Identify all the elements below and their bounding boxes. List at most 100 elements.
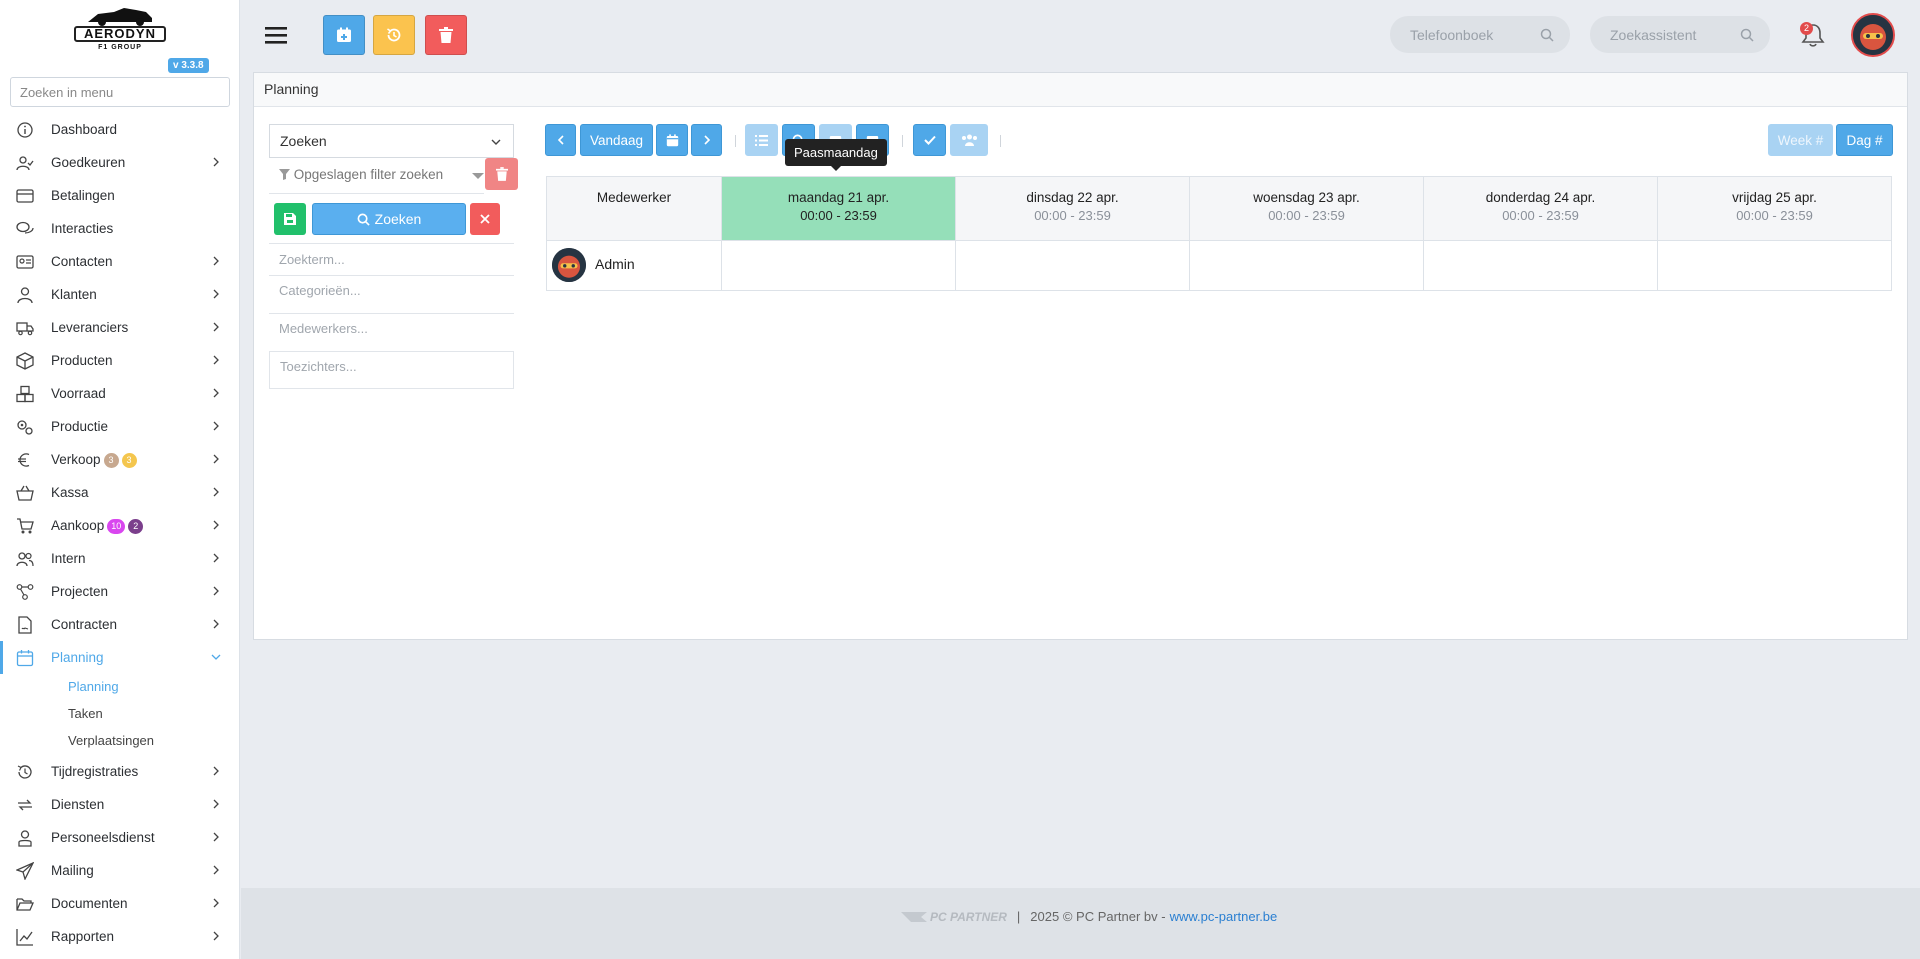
chevron-down-icon <box>491 139 501 145</box>
sidebar-subitem-planning[interactable]: Planning <box>0 674 239 701</box>
sidebar-item-aankoop[interactable]: Aankoop 10 2 <box>0 509 239 542</box>
search-mode-select[interactable]: Zoeken <box>269 124 514 158</box>
sidebar-item-verkoop[interactable]: Verkoop 3 3 <box>0 443 239 476</box>
search-button[interactable]: Zoeken <box>312 203 466 235</box>
sidebar-subitem-taken[interactable]: Taken <box>0 701 239 728</box>
sidebar-item-leveranciers[interactable]: Leveranciers <box>0 311 239 344</box>
group-button[interactable] <box>950 124 988 156</box>
chevron-right-icon <box>213 619 219 629</box>
aerodyn-logo[interactable]: AERODYN F1 GROUP <box>70 4 170 56</box>
file-contract-icon <box>18 616 32 634</box>
search-term-input[interactable]: Zoekterm... <box>269 243 514 275</box>
sidebar-item-label: Intern <box>51 551 86 566</box>
count-badge: 3 <box>121 453 137 468</box>
sidebar-item-label: Verkoop 3 3 <box>51 452 137 468</box>
saved-filter-placeholder: Opgeslagen filter zoeken <box>293 167 444 182</box>
sidebar-item-rapporten[interactable]: Rapporten <box>0 920 239 953</box>
sidebar-subitem-verplaatsingen[interactable]: Verplaatsingen <box>0 728 239 755</box>
sidebar-item-label: Aankoop 10 2 <box>51 518 144 534</box>
chat-bubbles-icon <box>16 221 34 234</box>
sidebar-item-interacties[interactable]: Interacties <box>0 212 239 245</box>
clear-filter-button[interactable] <box>470 203 500 235</box>
saved-filter-select[interactable]: Opgeslagen filter zoeken <box>269 158 484 194</box>
today-button[interactable]: Vandaag <box>580 124 653 156</box>
sidebar-item-planning[interactable]: Planning <box>0 641 239 674</box>
sidebar-item-voorraad[interactable]: Voorraad <box>0 377 239 410</box>
sync-icon <box>18 799 32 811</box>
calendar-slot[interactable] <box>955 240 1190 291</box>
boxes-icon <box>16 385 34 403</box>
day-header-today[interactable]: maandag 21 apr. 00:00 - 23:59 <box>721 176 956 241</box>
employee-cell[interactable]: Admin <box>546 240 722 291</box>
supervisors-input[interactable]: Toezichters... <box>269 351 514 389</box>
sidebar-item-klanten[interactable]: Klanten <box>0 278 239 311</box>
trash-icon <box>439 27 453 43</box>
footer-brand: PC PARTNER <box>930 909 1007 924</box>
chevron-right-icon <box>213 256 219 266</box>
calendar-slot[interactable] <box>721 240 956 291</box>
footer-link[interactable]: www.pc-partner.be <box>1170 909 1278 924</box>
day-header[interactable]: dinsdag 22 apr. 00:00 - 23:59 <box>955 176 1190 241</box>
calendar-icon <box>666 133 678 146</box>
day-label: dinsdag 22 apr. <box>1026 190 1119 205</box>
sidebar-item-projecten[interactable]: Projecten <box>0 575 239 608</box>
week-number-button[interactable]: Week # <box>1768 124 1833 156</box>
day-number-button[interactable]: Dag # <box>1836 124 1893 156</box>
day-label: vrijdag 25 apr. <box>1732 190 1817 205</box>
phonebook-search[interactable]: Telefoonboek <box>1390 16 1570 53</box>
sidebar-item-intern[interactable]: Intern <box>0 542 239 575</box>
toolbar-divider <box>735 135 736 147</box>
sidebar-item-producten[interactable]: Producten <box>0 344 239 377</box>
day-header[interactable]: donderdag 24 apr. 00:00 - 23:59 <box>1423 176 1658 241</box>
history-button[interactable] <box>373 15 415 55</box>
sidebar-item-productie[interactable]: Productie <box>0 410 239 443</box>
list-view-button[interactable] <box>745 124 778 156</box>
categories-input[interactable]: Categorieën... <box>269 275 514 313</box>
sidebar-item-label: Interacties <box>51 221 114 236</box>
calendar-slot[interactable] <box>1189 240 1424 291</box>
hamburger-menu-icon[interactable] <box>265 24 287 46</box>
delete-filter-button[interactable] <box>485 158 518 190</box>
sidebar-item-label: Contracten <box>51 617 118 632</box>
footer-divider: | <box>1016 909 1021 924</box>
sidebar-item-diensten[interactable]: Diensten <box>0 788 239 821</box>
avatar-image <box>552 248 586 282</box>
user-avatar[interactable] <box>1851 13 1895 57</box>
day-time: 00:00 - 23:59 <box>1034 208 1111 223</box>
chevron-right-icon <box>213 157 219 167</box>
info-circle-icon <box>17 122 33 138</box>
sidebar-item-dashboard[interactable]: Dashboard <box>0 113 239 146</box>
chevron-right-icon <box>213 898 219 908</box>
caret-down-icon <box>472 173 484 179</box>
sidebar-item-personeelsdienst[interactable]: Personeelsdienst <box>0 821 239 854</box>
sidebar-item-tijdregistraties[interactable]: Tijdregistraties <box>0 755 239 788</box>
confirm-button[interactable] <box>913 124 946 156</box>
save-filter-button[interactable] <box>274 203 306 235</box>
close-icon <box>480 214 490 224</box>
assistant-search[interactable]: Zoekassistent <box>1590 16 1770 53</box>
day-header[interactable]: vrijdag 25 apr. 00:00 - 23:59 <box>1657 176 1892 241</box>
sidebar-item-mailing[interactable]: Mailing <box>0 854 239 887</box>
calendar-slot[interactable] <box>1657 240 1892 291</box>
employees-input[interactable]: Medewerkers... <box>269 313 514 351</box>
menu-search-input[interactable] <box>10 77 230 107</box>
delete-button[interactable] <box>425 15 467 55</box>
chevron-right-icon <box>213 388 219 398</box>
sidebar-item-betalingen[interactable]: Betalingen <box>0 179 239 212</box>
users-icon <box>961 134 977 146</box>
previous-button[interactable] <box>545 124 576 156</box>
trash-icon <box>495 167 508 181</box>
search-icon <box>1740 28 1754 42</box>
add-calendar-button[interactable] <box>323 15 365 55</box>
date-picker-button[interactable] <box>656 124 688 156</box>
history-icon <box>387 28 401 42</box>
day-header[interactable]: woensdag 23 apr. 00:00 - 23:59 <box>1189 176 1424 241</box>
next-button[interactable] <box>691 124 722 156</box>
sidebar-item-contracten[interactable]: Contracten <box>0 608 239 641</box>
sidebar-item-contacten[interactable]: Contacten <box>0 245 239 278</box>
sidebar-item-goedkeuren[interactable]: Goedkeuren <box>0 146 239 179</box>
employee-avatar <box>552 248 586 282</box>
sidebar-item-kassa[interactable]: Kassa <box>0 476 239 509</box>
calendar-slot[interactable] <box>1423 240 1658 291</box>
sidebar-item-documenten[interactable]: Documenten <box>0 887 239 920</box>
